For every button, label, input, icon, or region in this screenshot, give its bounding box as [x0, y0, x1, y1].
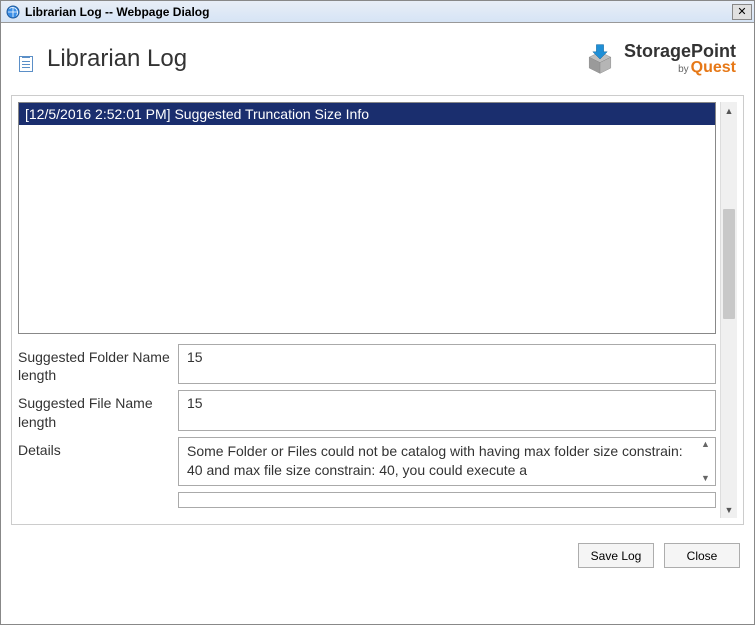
scroll-up-icon[interactable]: ▲: [721, 102, 737, 119]
close-button[interactable]: Close: [664, 543, 740, 568]
window-close-button[interactable]: ✕: [732, 4, 752, 20]
scroll-up-icon[interactable]: ▲: [698, 440, 713, 449]
brand-logo: StoragePoint byQuest: [582, 41, 736, 77]
empty-field: [178, 492, 716, 508]
brand-text: StoragePoint byQuest: [624, 42, 736, 76]
folder-length-row: Suggested Folder Name length 15: [18, 344, 716, 384]
file-length-label: Suggested File Name length: [18, 390, 178, 430]
main-scrollbar[interactable]: ▲ ▼: [720, 102, 737, 518]
window-title: Librarian Log -- Webpage Dialog: [25, 5, 732, 19]
file-length-row: Suggested File Name length 15: [18, 390, 716, 430]
log-entry-body: [19, 125, 715, 333]
folder-length-label: Suggested Folder Name length: [18, 344, 178, 384]
brand-by: by: [678, 64, 689, 75]
storagepoint-box-icon: [582, 41, 618, 77]
log-entry: [12/5/2016 2:52:01 PM] Suggested Truncat…: [18, 102, 716, 334]
file-length-value: 15: [178, 390, 716, 430]
brand-primary: StoragePoint: [624, 42, 736, 60]
page-header: Librarian Log StoragePoint byQuest: [1, 23, 754, 91]
save-log-button[interactable]: Save Log: [578, 543, 654, 568]
log-entry-header: [12/5/2016 2:52:01 PM] Suggested Truncat…: [19, 103, 715, 125]
scroll-down-icon[interactable]: ▼: [721, 501, 737, 518]
scroll-thumb[interactable]: [723, 209, 735, 319]
scroll-area: [12/5/2016 2:52:01 PM] Suggested Truncat…: [18, 102, 716, 518]
details-row: Details Some Folder or Files could not b…: [18, 437, 716, 486]
details-scrollbar[interactable]: ▲ ▼: [698, 440, 713, 483]
details-text: Some Folder or Files could not be catalo…: [187, 443, 683, 479]
app-icon: [5, 4, 21, 20]
document-icon: [19, 56, 33, 72]
page-title: Librarian Log: [47, 45, 582, 73]
window-titlebar: Librarian Log -- Webpage Dialog ✕: [1, 1, 754, 23]
brand-secondary: Quest: [691, 59, 736, 76]
folder-length-value: 15: [178, 344, 716, 384]
scroll-down-icon[interactable]: ▼: [698, 474, 713, 483]
details-label: Details: [18, 437, 178, 486]
dialog-footer: Save Log Close: [1, 525, 754, 568]
scroll-track[interactable]: [721, 119, 737, 501]
content-frame: [12/5/2016 2:52:01 PM] Suggested Truncat…: [11, 95, 744, 525]
details-value: Some Folder or Files could not be catalo…: [178, 437, 716, 486]
